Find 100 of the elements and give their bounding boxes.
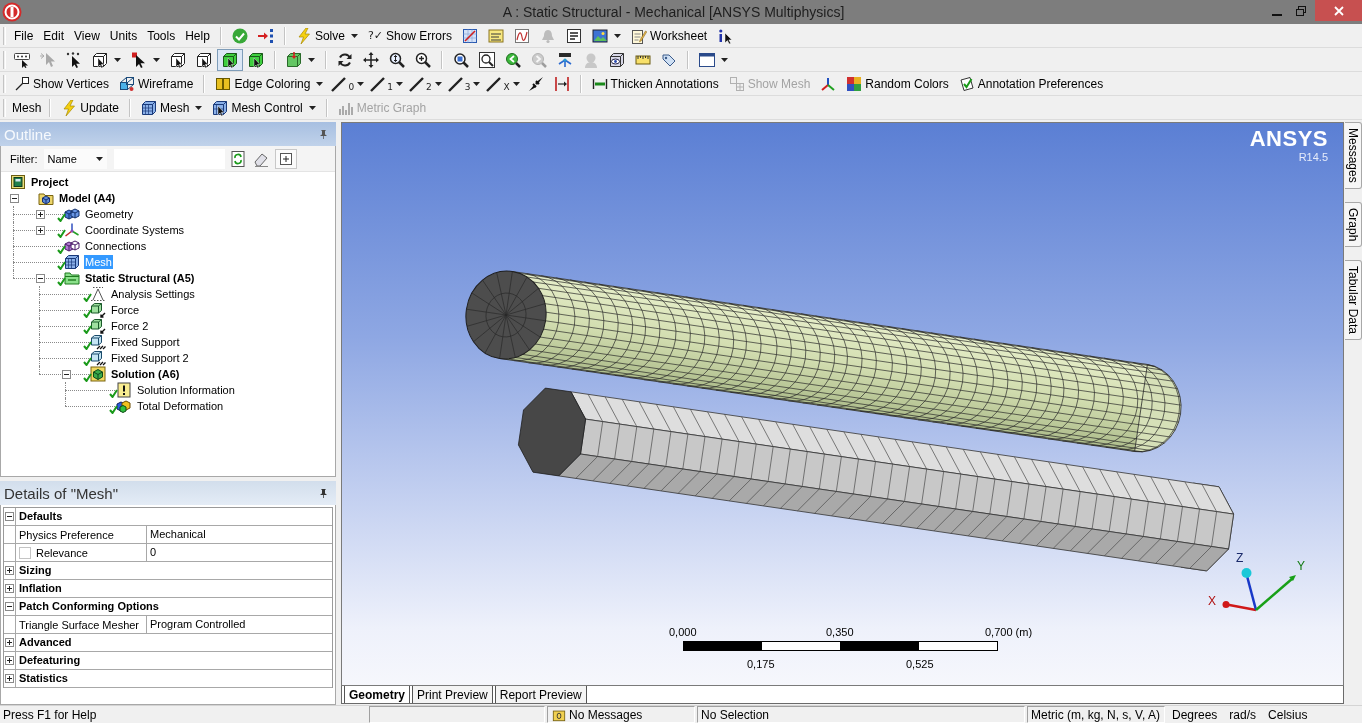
menu-item[interactable]: Help	[180, 25, 215, 46]
menu-item[interactable]: Tools	[142, 25, 181, 46]
plus-box-icon[interactable]	[5, 638, 14, 647]
group-header[interactable]: Inflation	[16, 580, 332, 597]
view-tab[interactable]: Geometry	[344, 686, 411, 703]
axis-label: Z	[1236, 552, 1244, 564]
toolbar-button[interactable]: 1	[367, 72, 406, 95]
toolbar-button[interactable]: Annotation Preferences	[953, 72, 1109, 95]
expand-all-button[interactable]	[274, 148, 297, 169]
pin-icon[interactable]	[319, 488, 328, 498]
group-header[interactable]: Sizing	[16, 562, 332, 579]
label-icon	[488, 27, 504, 44]
arrowhead-icon	[527, 75, 544, 92]
plus-box-icon[interactable]	[36, 225, 45, 235]
property-value[interactable]: 0	[147, 544, 332, 561]
box-pointer-icon	[196, 51, 212, 68]
info-sheet-icon	[116, 382, 132, 398]
support-cube-icon	[90, 334, 106, 350]
toolbar-button[interactable]: 3	[444, 72, 484, 95]
side-tab[interactable]: Messages	[1345, 122, 1362, 189]
tree-item[interactable]: Geometry	[84, 207, 135, 221]
toolbar-button[interactable]: 0	[328, 72, 368, 95]
group-header[interactable]: Defeaturing	[16, 652, 332, 669]
triad-icon	[820, 75, 837, 92]
info-cursor-icon	[717, 27, 734, 44]
toolbar-button[interactable]: Mesh Control	[207, 96, 321, 119]
expand-all-icon	[277, 150, 294, 167]
axes-icon	[64, 222, 80, 238]
toolbar-button[interactable]: Show Vertices	[9, 72, 115, 95]
solution-icon	[90, 366, 106, 382]
plus-box-icon[interactable]	[5, 656, 14, 665]
status-text: No Selection	[701, 707, 770, 722]
toolbar-button[interactable]: Edge Coloring	[210, 72, 329, 95]
close-button[interactable]	[1315, 0, 1362, 21]
caret-icon	[95, 156, 103, 161]
property-name: Physics Preference	[19, 528, 114, 541]
plus-box-icon[interactable]	[36, 209, 45, 219]
pointer-icon	[40, 51, 56, 68]
iso-view-icon	[557, 51, 573, 68]
status-text: Press F1 for Help	[2, 707, 98, 723]
filter-dropdown[interactable]: Name	[43, 148, 107, 169]
toolbar-button[interactable]: Thicken Annotations	[586, 72, 724, 95]
mesh-pointer-icon	[212, 99, 229, 116]
group-header[interactable]: Advanced	[16, 634, 332, 651]
toolbar-button[interactable]: 2	[405, 72, 445, 95]
property-value[interactable]: Mechanical	[147, 526, 332, 543]
view-tab[interactable]: Report Preview	[494, 686, 587, 703]
label-pointer-icon	[14, 51, 30, 68]
subscript-label: 0	[348, 81, 355, 92]
plus-box-icon[interactable]	[5, 674, 14, 683]
tree-item[interactable]: Project	[30, 175, 70, 189]
side-tab[interactable]: Graph	[1345, 201, 1362, 248]
tree-item[interactable]: Fixed Support 2	[110, 351, 190, 365]
force-cube-icon	[90, 318, 106, 334]
toolbar-caption: Mesh	[11, 100, 43, 115]
minus-box-icon[interactable]	[36, 273, 45, 283]
analysis-settings-icon	[90, 286, 106, 302]
toolbar-button[interactable]: ?✓ Show Errors	[362, 24, 457, 47]
menu-item[interactable]: File	[9, 25, 39, 46]
plus-box-icon[interactable]	[5, 566, 14, 575]
tree-item[interactable]: Model (A4)	[58, 191, 117, 205]
tree-item[interactable]: Force 2	[110, 319, 150, 333]
toolbar-button[interactable]	[217, 48, 243, 71]
parameter-checkbox[interactable]	[19, 546, 31, 559]
minus-box-icon[interactable]	[62, 369, 71, 379]
tree-item[interactable]: Fixed Support	[110, 335, 181, 349]
subscript-label: 2	[425, 81, 432, 92]
toolbar-button[interactable]: Solve	[290, 24, 363, 47]
menu-item[interactable]: Units	[104, 25, 143, 46]
folder-icon	[64, 270, 80, 286]
minus-box-icon[interactable]	[5, 512, 14, 521]
group-header[interactable]: Patch Conforming Options	[16, 598, 332, 615]
tree-item[interactable]: Coordinate Systems	[84, 223, 186, 237]
menu-item[interactable]: Edit	[38, 25, 70, 46]
toolbar-button[interactable]: Mesh	[136, 96, 208, 119]
minus-box-icon[interactable]	[5, 602, 14, 611]
linked-cubes-icon	[64, 238, 80, 254]
tree-item[interactable]: Solution (A6)	[110, 367, 181, 381]
tree-item[interactable]: Analysis Settings	[110, 287, 196, 301]
pin-icon[interactable]	[319, 129, 328, 139]
tree-item[interactable]: Force	[110, 303, 141, 317]
plus-box-icon[interactable]	[5, 584, 14, 593]
property-value[interactable]: Program Controlled	[147, 616, 332, 633]
tree-item[interactable]: Total Deformation	[136, 399, 225, 413]
tree-item[interactable]: Solution Information	[136, 383, 236, 397]
group-header[interactable]: Statistics	[16, 670, 332, 687]
toolbar-button[interactable]: Wireframe	[114, 72, 199, 95]
toolbar-button[interactable]: Random Colors	[841, 72, 954, 95]
tree-item[interactable]: Static Structural (A5)	[84, 271, 196, 285]
slanted-line-icon	[331, 75, 348, 92]
minus-box-icon[interactable]	[10, 193, 19, 203]
group-header[interactable]: Defaults	[16, 508, 332, 525]
tree-item[interactable]: Connections	[84, 239, 148, 253]
toolbar-button[interactable]: Worksheet	[626, 24, 713, 47]
view-tab[interactable]: Print Preview	[412, 686, 493, 703]
menu-item[interactable]: View	[69, 25, 105, 46]
window-title: A : Static Structural - Mechanical [ANSYS Multiphysics]	[501, 4, 846, 20]
toolbar-button[interactable]: Update	[56, 96, 125, 119]
side-tab[interactable]: Tabular Data	[1345, 260, 1362, 341]
toolbar-button[interactable]: X	[483, 72, 523, 95]
